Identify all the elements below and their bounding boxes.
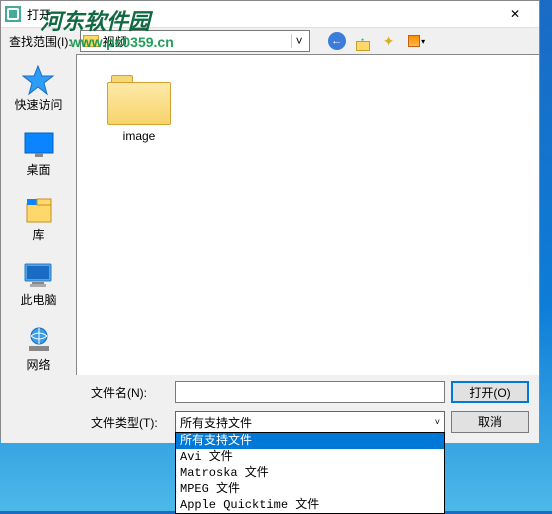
view-menu-icon[interactable]: ▾	[406, 32, 428, 50]
sidebar-item-label: 桌面	[26, 161, 50, 178]
quickaccess-icon	[22, 66, 54, 94]
sidebar-item-label: 库	[32, 226, 44, 243]
window-title: 打开	[27, 6, 495, 23]
bottom-panel: 文件名(N): 打开(O) 文件类型(T): 所有支持文件 ˅ 所有支持文件 A…	[1, 375, 539, 443]
filetype-option[interactable]: Matroska 文件	[176, 465, 444, 481]
folder-icon	[107, 75, 171, 125]
filetype-dropdown-list: 所有支持文件 Avi 文件 Matroska 文件 MPEG 文件 Apple …	[175, 432, 445, 514]
sidebar-item-quickaccess[interactable]: 快速访问	[12, 64, 64, 115]
network-icon	[23, 326, 55, 354]
app-icon	[5, 6, 21, 22]
libraries-icon	[23, 196, 55, 224]
file-list-area[interactable]: image	[76, 54, 539, 375]
path-selector[interactable]: 视频 ˅	[80, 30, 310, 52]
filename-input[interactable]	[175, 381, 445, 403]
filetype-combo[interactable]: 所有支持文件 ˅ 所有支持文件 Avi 文件 Matroska 文件 MPEG …	[175, 411, 445, 433]
filename-row: 文件名(N): 打开(O)	[91, 381, 529, 403]
lookfor-label: 查找范围(I):	[9, 33, 72, 50]
close-button[interactable]: ✕	[495, 1, 535, 27]
filetype-display[interactable]: 所有支持文件 ˅	[175, 411, 445, 433]
new-folder-icon[interactable]	[380, 32, 398, 50]
path-dropdown-icon[interactable]: ˅	[291, 34, 307, 48]
open-button[interactable]: 打开(O)	[451, 381, 529, 403]
chevron-down-icon: ˅	[435, 417, 440, 427]
titlebar: 打开 ✕	[1, 1, 539, 28]
sidebar-item-thispc[interactable]: 此电脑	[18, 259, 58, 310]
filetype-label: 文件类型(T):	[91, 414, 169, 431]
sidebar-item-label: 此电脑	[20, 291, 56, 308]
desktop-icon	[23, 131, 55, 159]
thispc-icon	[22, 261, 54, 289]
places-sidebar: 快速访问 桌面 库 此电脑	[1, 54, 76, 375]
sidebar-item-label: 网络	[26, 356, 50, 373]
filetype-option[interactable]: MPEG 文件	[176, 481, 444, 497]
up-one-level-icon[interactable]	[354, 32, 372, 50]
lookfor-row: 查找范围(I): 视频 ˅ ← ▾	[1, 28, 539, 54]
path-text: 视频	[103, 33, 291, 50]
sidebar-item-desktop[interactable]: 桌面	[21, 129, 57, 180]
filetype-selected-text: 所有支持文件	[180, 414, 435, 431]
back-icon[interactable]: ←	[328, 32, 346, 50]
main-row: 快速访问 桌面 库 此电脑	[1, 54, 539, 375]
sidebar-item-network[interactable]: 网络	[21, 324, 57, 375]
filename-label: 文件名(N):	[91, 384, 169, 401]
filetype-option[interactable]: Avi 文件	[176, 449, 444, 465]
nav-icons: ← ▾	[328, 32, 428, 50]
open-file-dialog: 打开 ✕ 查找范围(I): 视频 ˅ ← ▾ 快速访问	[0, 0, 540, 440]
folder-item[interactable]: image	[107, 75, 171, 143]
folder-icon	[83, 35, 99, 47]
sidebar-item-label: 快速访问	[14, 96, 62, 113]
sidebar-item-libraries[interactable]: 库	[21, 194, 57, 245]
folder-name: image	[123, 129, 156, 143]
filetype-option[interactable]: 所有支持文件	[176, 433, 444, 449]
cancel-button[interactable]: 取消	[451, 411, 529, 433]
filetype-row: 文件类型(T): 所有支持文件 ˅ 所有支持文件 Avi 文件 Matroska…	[91, 411, 529, 433]
